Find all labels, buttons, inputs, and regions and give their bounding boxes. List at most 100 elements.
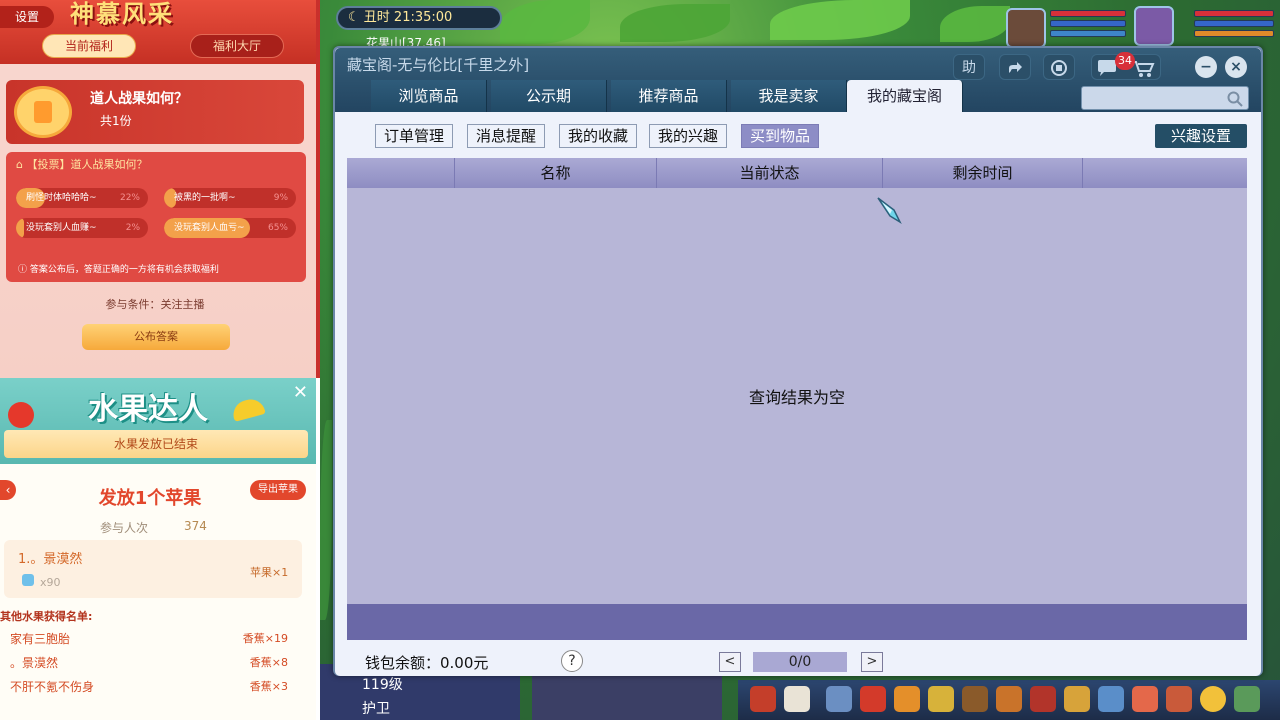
vote-option[interactable]: 没玩套别人血亏~ 65% (164, 218, 296, 238)
vote-option-label: 被黑的一批啊~ (174, 193, 236, 203)
dock-item-icon[interactable] (962, 686, 988, 712)
search-icon[interactable] (1226, 90, 1244, 108)
list-item-name: 不肝不氪不伤身 (10, 680, 95, 694)
tab-public-period[interactable]: 公示期 (491, 80, 607, 112)
results-table: 名称 当前状态 剩余时间 查询结果为空 (347, 158, 1247, 604)
share-icon[interactable] (999, 54, 1031, 80)
scene-object (532, 672, 722, 720)
subtab-interests[interactable]: 我的兴趣 (649, 124, 728, 148)
dock-item-icon[interactable] (996, 686, 1022, 712)
column-icon (347, 158, 455, 188)
game-clock-text: 丑时 21:35:00 (363, 10, 453, 25)
vote-option-pct: 65% (267, 223, 288, 233)
team-role: 护卫 (362, 701, 390, 717)
subtab-messages[interactable]: 消息提醒 (467, 124, 546, 148)
interest-settings-button[interactable]: 兴趣设置 (1155, 124, 1247, 148)
moon-icon: ☾ (348, 10, 364, 25)
list-item-reward: 香蕉×3 (249, 680, 288, 693)
dock-item-icon[interactable] (1064, 686, 1090, 712)
hp-bar (1050, 10, 1126, 17)
tab-current-welfare[interactable]: 当前福利 (42, 34, 136, 58)
vote-icon: ⌂ (16, 158, 27, 171)
export-apple-button[interactable]: 导出苹果 (250, 480, 306, 500)
vote-option[interactable]: 没玩套别人血赚~ 2% (16, 218, 148, 238)
list-item: 家有三胞胎 香蕉×19 (0, 628, 302, 650)
tab-my-treasure[interactable]: 我的藏宝阁 (847, 80, 963, 112)
vote-option[interactable]: 刷怪时体哈哈哈~ 22% (16, 188, 148, 208)
dock-item-icon[interactable] (1098, 686, 1124, 712)
welfare-logo: 神慕风采 (70, 0, 174, 28)
wallet-balance: 钱包余额：0.00元 (365, 654, 489, 672)
subtab-orders[interactable]: 订单管理 (375, 124, 454, 148)
minimize-icon[interactable]: − (1195, 56, 1217, 78)
list-item-reward: 香蕉×8 (249, 656, 288, 669)
window-title: 藏宝阁-无与伦比[千里之外] (347, 56, 530, 74)
tab-seller[interactable]: 我是卖家 (731, 80, 847, 112)
exp-bar (1050, 30, 1126, 37)
window-titlebar[interactable]: 藏宝阁-无与伦比[千里之外] 助 34 − × 浏览商品 公示期 推荐商品 我是… (335, 48, 1261, 112)
dock-item-icon[interactable] (1132, 686, 1158, 712)
team-level: 119级 (362, 677, 403, 693)
winner-card: 1.。景漠然 x90 苹果×1 (4, 540, 302, 598)
close-icon[interactable]: × (1225, 56, 1247, 78)
banana-icon (230, 396, 266, 422)
help-button[interactable]: 助 (953, 54, 985, 80)
hp-bar (1194, 10, 1274, 17)
dock-item-icon[interactable] (1030, 686, 1056, 712)
tab-recommended[interactable]: 推荐商品 (611, 80, 727, 112)
window-content: 订单管理 消息提醒 我的收藏 我的兴趣 买到物品 兴趣设置 名称 当前状态 剩余… (335, 112, 1261, 676)
help-icon[interactable]: ? (561, 650, 583, 672)
participants-label: 参与人次 (100, 521, 149, 535)
prev-page-button[interactable]: < (719, 652, 741, 672)
player-avatar[interactable] (1134, 6, 1174, 46)
fruit-ended-banner: 水果发放已结束 (4, 430, 308, 458)
vote-note: ⓘ 答案公布后，答题正确的一方将有机会获取福利 (18, 262, 219, 275)
sp-bar (1194, 30, 1274, 37)
dock-item-icon[interactable] (784, 686, 810, 712)
list-item-name: 。景漠然 (10, 656, 59, 670)
pet-avatar[interactable] (1006, 8, 1046, 48)
apple-icon (8, 402, 34, 428)
subtab-purchased[interactable]: 买到物品 (741, 124, 820, 148)
vote-option-fill (16, 218, 24, 238)
dock-item-icon[interactable] (826, 686, 852, 712)
column-status[interactable]: 当前状态 (657, 158, 883, 188)
welfare-header: 设置 神慕风采 当前福利 福利大厅 (0, 0, 316, 64)
page-indicator: 0/0 (753, 652, 847, 672)
search-input[interactable] (1081, 86, 1249, 110)
foliage (940, 6, 1010, 42)
gift-icon (14, 86, 72, 138)
vote-option-label: 没玩套别人血赚~ (26, 223, 97, 233)
subtab-favorites[interactable]: 我的收藏 (559, 124, 638, 148)
action-dock (738, 680, 1280, 720)
winner-reward: 苹果×1 (250, 566, 289, 579)
tab-welfare-hall[interactable]: 福利大厅 (190, 34, 284, 58)
welfare-card-count: 共1份 (100, 114, 132, 128)
next-page-button[interactable]: > (861, 652, 883, 672)
vote-option-label: 刷怪时体哈哈哈~ (26, 193, 97, 203)
participation-condition: 参与条件：关注主播 (105, 298, 205, 311)
fruit-title: 水果达人 (88, 392, 208, 427)
vote-option[interactable]: 被黑的一批啊~ 9% (164, 188, 296, 208)
publish-answer-button[interactable]: 公布答案 (82, 324, 230, 350)
vote-title-text: 【投票】道人战果如何？ (26, 158, 148, 171)
dock-item-icon[interactable] (894, 686, 920, 712)
dock-item-icon[interactable] (1166, 686, 1192, 712)
dock-item-icon[interactable] (1234, 686, 1260, 712)
dock-item-icon[interactable] (1200, 686, 1226, 712)
vote-title: ⌂ 【投票】道人战果如何？ (16, 156, 147, 172)
table-footer (347, 604, 1247, 640)
close-icon[interactable]: ✕ (293, 382, 308, 403)
tab-browse[interactable]: 浏览商品 (371, 80, 487, 112)
fruit-panel: 水果达人 ✕ 水果发放已结束 ‹ 发放1个苹果 导出苹果 参与人次 374 1.… (0, 378, 320, 720)
mp-bar (1050, 20, 1126, 27)
dock-item-icon[interactable] (928, 686, 954, 712)
foliage (770, 0, 910, 40)
vote-option-pct: 2% (125, 223, 140, 233)
dock-item-icon[interactable] (860, 686, 886, 712)
column-remaining-time[interactable]: 剩余时间 (883, 158, 1083, 188)
column-name[interactable]: 名称 (455, 158, 657, 188)
dock-item-icon[interactable] (750, 686, 776, 712)
record-icon[interactable] (1043, 54, 1075, 80)
settings-button[interactable]: 设置 (0, 6, 54, 28)
